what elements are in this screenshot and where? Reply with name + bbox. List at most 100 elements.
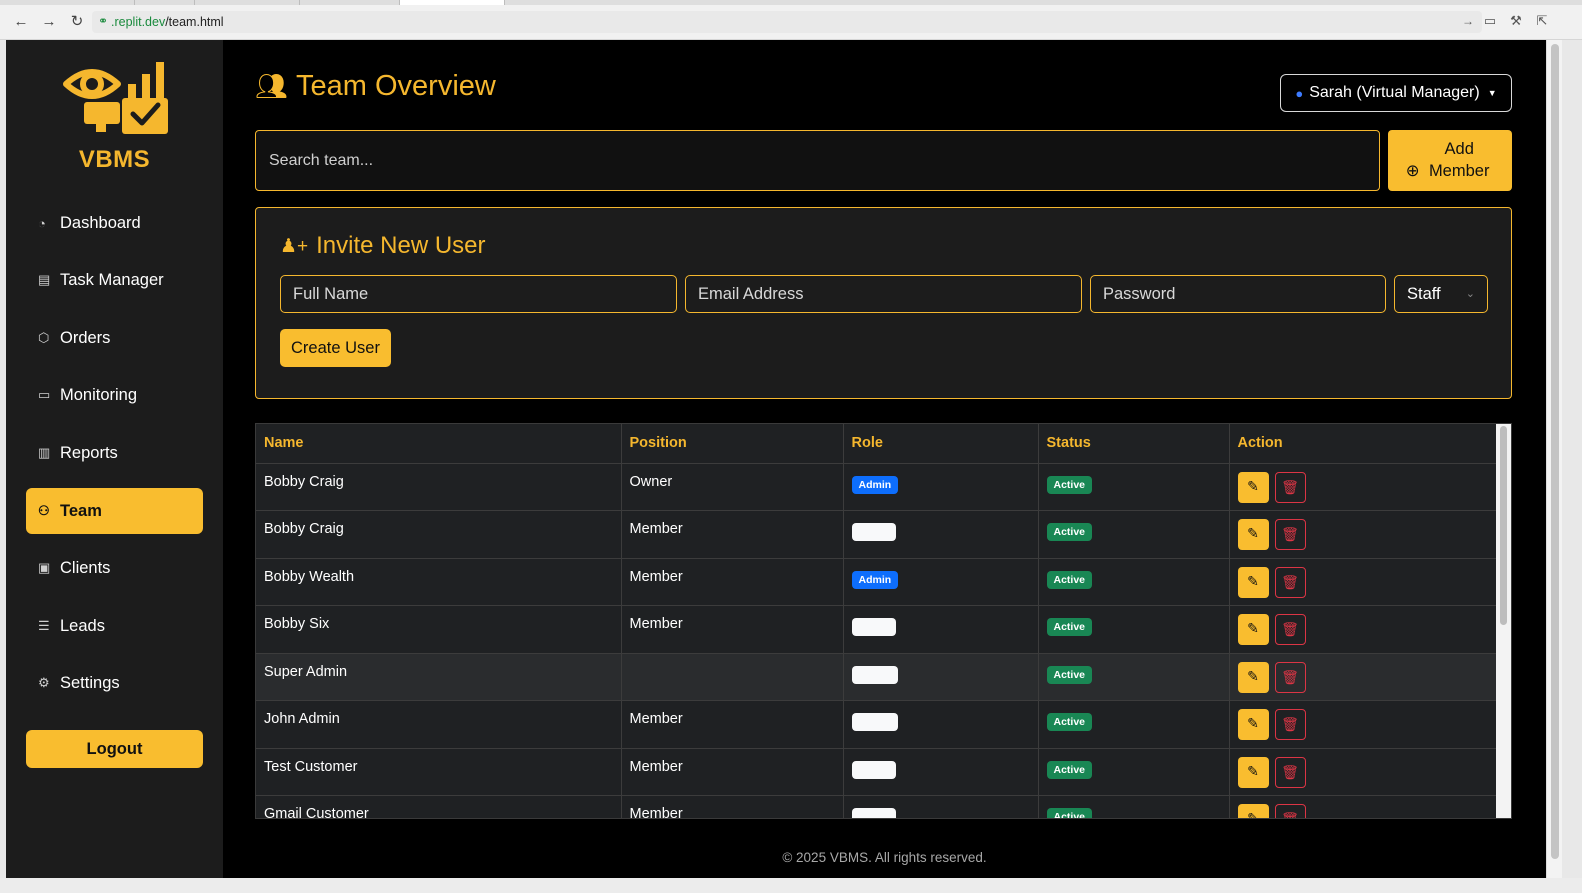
- column-header: Status: [1038, 424, 1230, 464]
- brand-name: VBMS: [78, 146, 151, 173]
- trash-icon: 🗑︎: [1281, 763, 1299, 780]
- action-cell: ✎ 🗑︎: [1229, 700, 1497, 749]
- trash-icon: 🗑︎: [1281, 811, 1299, 819]
- member-position: [621, 653, 844, 701]
- clipboard-icon: ▤: [38, 272, 51, 287]
- password-field[interactable]: Password: [1090, 275, 1386, 313]
- column-header: Role: [843, 424, 1039, 464]
- box-icon: ⬡: [38, 330, 50, 345]
- search-input[interactable]: Search team...: [255, 130, 1380, 191]
- sidebar-item-orders[interactable]: ⬡ Orders: [26, 315, 203, 361]
- status-cell: Active: [1038, 510, 1230, 559]
- chevron-down-icon: ⌄: [1465, 288, 1475, 300]
- reload-icon[interactable]: ↻: [67, 12, 87, 32]
- action-cell: ✎ 🗑︎: [1229, 558, 1497, 606]
- role-badge: Client: [851, 808, 896, 818]
- role-cell: Admin: [843, 700, 1039, 749]
- status-badge: Active: [1046, 475, 1093, 494]
- user-menu-button[interactable]: ● Sarah (Virtual Manager) ▼: [1280, 74, 1512, 112]
- member-name: Bobby Craig: [256, 463, 622, 511]
- camera-video-icon: ▭: [38, 387, 51, 402]
- forward-icon[interactable]: →: [39, 12, 59, 32]
- pencil-icon: ✎: [1247, 525, 1259, 541]
- delete-button[interactable]: 🗑︎: [1274, 566, 1306, 598]
- status-badge: Active: [1046, 713, 1093, 731]
- table-row: Bobby Wealth Member Admin Active ✎ 🗑︎: [256, 558, 1497, 606]
- status-cell: Active: [1038, 700, 1230, 749]
- scroll-thumb[interactable]: [1551, 44, 1559, 859]
- monitor-icon[interactable]: ▭: [1481, 12, 1499, 30]
- browser-tab-active[interactable]: [400, 0, 505, 5]
- delete-button[interactable]: 🗑︎: [1274, 519, 1306, 550]
- delete-button[interactable]: 🗑︎: [1274, 661, 1306, 693]
- role-select[interactable]: Staff ⌄: [1394, 275, 1488, 313]
- speedometer-icon: ◔: [38, 215, 46, 231]
- role-badge: Client: [851, 523, 896, 541]
- delete-button[interactable]: 🗑︎: [1274, 804, 1306, 819]
- window-bottom-edge: [0, 878, 1582, 893]
- footer-text: © 2025 VBMS. All rights reserved.: [782, 850, 987, 865]
- sidebar-item-task-manager[interactable]: ▤ Task Manager: [26, 257, 203, 303]
- address-bar[interactable]: ⚭ .replit.dev/team.html →: [92, 11, 1482, 33]
- add-member-button[interactable]: ⊕ Add Member: [1388, 130, 1512, 191]
- member-name: John Admin: [256, 700, 622, 749]
- tab-strip: [0, 0, 1582, 5]
- logout-button[interactable]: Logout: [26, 730, 203, 768]
- edit-button[interactable]: ✎: [1237, 756, 1269, 788]
- scroll-thumb[interactable]: [1500, 426, 1507, 625]
- browser-tab[interactable]: [135, 0, 195, 5]
- go-arrow-icon[interactable]: →: [1462, 14, 1474, 28]
- edit-button[interactable]: ✎: [1237, 661, 1269, 693]
- user-menu-label: Sarah (Virtual Manager): [1309, 84, 1480, 101]
- browser-tab[interactable]: [300, 0, 400, 5]
- person-plus-icon: ♟+: [280, 235, 309, 257]
- page-scrollbar[interactable]: [1546, 40, 1562, 878]
- sidebar-item-dashboard[interactable]: ◔ Dashboard: [26, 200, 203, 246]
- edit-button[interactable]: ✎: [1237, 471, 1269, 503]
- delete-button[interactable]: 🗑︎: [1274, 614, 1306, 645]
- member-position: Member: [621, 795, 844, 818]
- status-badge: Active: [1046, 523, 1093, 541]
- edit-button[interactable]: ✎: [1237, 614, 1269, 645]
- full-name-field[interactable]: Full Name: [280, 275, 677, 313]
- pencil-icon: ✎: [1247, 667, 1259, 684]
- delete-button[interactable]: 🗑︎: [1274, 709, 1306, 740]
- sidebar-item-clients[interactable]: ▣ Clients: [26, 545, 203, 591]
- back-icon[interactable]: ←: [11, 12, 31, 32]
- sidebar-item-leads[interactable]: ☰ Leads: [26, 603, 203, 649]
- wrench-icon[interactable]: ⚒: [1507, 12, 1525, 30]
- browser-tab[interactable]: [195, 0, 300, 5]
- trash-icon: 🗑︎: [1281, 668, 1299, 685]
- email-field[interactable]: Email Address: [685, 275, 1082, 313]
- edit-button[interactable]: ✎: [1237, 519, 1269, 550]
- delete-button[interactable]: 🗑︎: [1274, 471, 1306, 503]
- member-position: Member: [621, 700, 844, 749]
- plus-circle-icon: ⊕: [1405, 162, 1420, 180]
- role-cell: Admin: [843, 558, 1039, 606]
- member-name: Bobby Craig: [256, 510, 622, 559]
- edit-button[interactable]: ✎: [1237, 709, 1269, 740]
- member-name: Super Admin: [256, 653, 622, 701]
- edit-button[interactable]: ✎: [1237, 566, 1269, 598]
- pencil-icon: ✎: [1247, 620, 1259, 636]
- sidebar-item-settings[interactable]: ⚙ Settings: [26, 660, 203, 706]
- status-badge: Active: [1046, 665, 1093, 684]
- trash-icon: 🗑︎: [1281, 621, 1299, 637]
- action-cell: ✎ 🗑︎: [1229, 653, 1497, 701]
- status-badge: Active: [1046, 618, 1093, 636]
- trash-icon: 🗑︎: [1281, 478, 1299, 495]
- create-user-button[interactable]: Create User: [280, 329, 391, 367]
- delete-button[interactable]: 🗑︎: [1274, 756, 1306, 788]
- table-scrollbar[interactable]: [1496, 424, 1511, 818]
- sidebar-item-team[interactable]: ⚇ Team: [26, 488, 203, 534]
- action-cell: ✎ 🗑︎: [1229, 463, 1497, 511]
- action-cell: ✎ 🗑︎: [1229, 795, 1497, 819]
- edit-button[interactable]: ✎: [1237, 804, 1269, 818]
- caret-down-icon: ▼: [1487, 88, 1497, 98]
- external-link-icon[interactable]: ⇱: [1533, 12, 1551, 30]
- sidebar-item-reports[interactable]: ▥ Reports: [26, 430, 203, 476]
- sidebar-item-monitoring[interactable]: ▭ Monitoring: [26, 372, 203, 418]
- person-lines-icon: ☰: [38, 618, 50, 633]
- browser-tab[interactable]: [0, 0, 135, 5]
- member-name: Bobby Wealth: [256, 558, 622, 606]
